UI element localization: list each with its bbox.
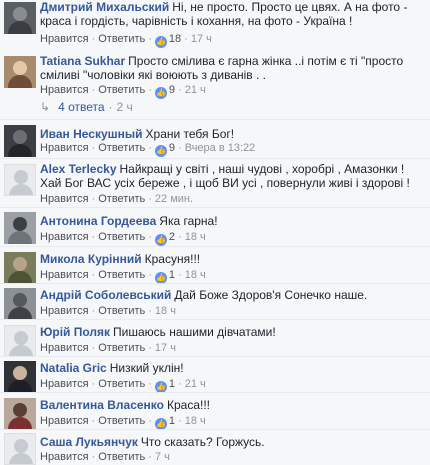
like-link[interactable]: Нравится: [40, 269, 89, 281]
divider: [0, 158, 430, 159]
thumbs-up-icon: 👍: [154, 145, 167, 157]
reply-link[interactable]: Ответить: [98, 451, 145, 463]
comment-meta: Нравится · Ответить · 👍 1 · 18 ч: [40, 269, 206, 284]
comment-author[interactable]: Андрій Соболевський: [40, 288, 171, 302]
comment-time[interactable]: 17 ч: [191, 33, 212, 45]
thumbs-up-icon: 👍: [154, 36, 167, 48]
comment-text: Красуня!!!: [144, 252, 201, 266]
comment-author[interactable]: Валентина Власенко: [40, 398, 164, 412]
comment-meta: Нравится · Ответить · 👍 18 · 17 ч: [40, 33, 212, 48]
reply-link[interactable]: Ответить: [98, 231, 145, 243]
like-link[interactable]: Нравится: [40, 84, 89, 96]
reply-link[interactable]: Ответить: [98, 33, 145, 45]
comment-meta: Нравится · Ответить · 17 ч: [40, 342, 176, 354]
comment-time[interactable]: 21 ч: [185, 84, 206, 96]
avatar[interactable]: [4, 325, 36, 357]
comment-time[interactable]: 21 ч: [185, 378, 206, 390]
comment-meta: Нравится · Ответить · 7 ч: [40, 451, 170, 463]
like-link[interactable]: Нравится: [40, 33, 89, 45]
comment-text: Храни тебя Бог!: [145, 127, 235, 141]
avatar[interactable]: [4, 252, 36, 284]
comment-text: Что сказать? Горжусь.: [140, 435, 265, 449]
reply-link[interactable]: Ответить: [98, 415, 145, 427]
like-link[interactable]: Нравится: [40, 305, 89, 317]
comment-meta: Нравится · Ответить · 👍 2 · 18 ч: [40, 231, 206, 246]
comment-time[interactable]: 18 ч: [185, 415, 206, 427]
like-count[interactable]: 1: [169, 415, 175, 427]
comment-author[interactable]: Tatiana Sukhar: [40, 54, 125, 68]
reply-link[interactable]: Ответить: [98, 378, 145, 390]
comment-meta: Нравится · Ответить · 👍 1 · 18 ч: [40, 415, 206, 430]
thumbs-up-icon: 👍: [154, 234, 167, 246]
comment-time[interactable]: 18 ч: [185, 231, 206, 243]
divider: [0, 246, 430, 247]
comment-author[interactable]: Natalia Gric: [40, 361, 107, 375]
divider: [0, 429, 430, 430]
like-count[interactable]: 2: [169, 231, 175, 243]
comment-text: Краса!!!: [166, 398, 210, 412]
comment-time[interactable]: 18 ч: [185, 269, 206, 281]
comment-text: Пишаюсь нашими дівчатами!: [113, 325, 276, 339]
like-link[interactable]: Нравится: [40, 231, 89, 243]
like-count[interactable]: 9: [169, 142, 175, 154]
like-count[interactable]: 18: [169, 33, 181, 45]
avatar[interactable]: [4, 361, 36, 393]
avatar[interactable]: [4, 56, 36, 88]
reply-link[interactable]: Ответить: [98, 305, 145, 317]
comment-text: Низкий уклін!: [109, 361, 184, 375]
comment-author[interactable]: Юрій Поляк: [40, 325, 110, 339]
avatar[interactable]: [4, 288, 36, 320]
like-count[interactable]: 1: [169, 378, 175, 390]
thumbs-up-icon: 👍: [154, 87, 167, 99]
comment-time[interactable]: Вчера в 13:22: [185, 142, 256, 154]
comment-time[interactable]: 22 мин.: [155, 193, 193, 205]
like-link[interactable]: Нравится: [40, 451, 89, 463]
divider: [0, 207, 430, 208]
like-link[interactable]: Нравится: [40, 142, 89, 154]
like-link[interactable]: Нравится: [40, 342, 89, 354]
comment-meta: Нравится · Ответить · 22 мин.: [40, 193, 194, 205]
comment-text: Яка гарна!: [159, 214, 218, 228]
like-count[interactable]: 1: [169, 269, 175, 281]
comment-meta: Нравится · Ответить · 👍 1 · 21 ч: [40, 378, 206, 393]
avatar[interactable]: [4, 433, 36, 465]
comment-author[interactable]: Иван Нескушный: [40, 127, 143, 141]
avatar[interactable]: [4, 212, 36, 244]
avatar[interactable]: [4, 164, 36, 196]
reply-link[interactable]: Ответить: [98, 142, 145, 154]
like-link[interactable]: Нравится: [40, 193, 89, 205]
divider: [0, 319, 430, 320]
divider: [0, 119, 430, 120]
comment-time[interactable]: 17 ч: [155, 342, 176, 354]
comment-author[interactable]: Микола Курінний: [40, 252, 142, 266]
reply-arrow-icon: ↳: [40, 100, 51, 114]
avatar[interactable]: [4, 2, 36, 34]
comment-text: Дай Боже Здоров'я Сонечко наше.: [174, 288, 368, 302]
comment-author[interactable]: Антонина Гордеева: [40, 214, 156, 228]
reply-link[interactable]: Ответить: [98, 342, 145, 354]
comment-meta: Нравится · Ответить · 👍 9 · Вчера в 13:22: [40, 142, 256, 157]
reply-link[interactable]: Ответить: [98, 269, 145, 281]
like-link[interactable]: Нравится: [40, 415, 89, 427]
like-count[interactable]: 9: [169, 84, 175, 96]
comment-author[interactable]: Alex Terlecky: [40, 162, 117, 176]
comment-time[interactable]: 7 ч: [155, 451, 170, 463]
comment-author[interactable]: Саша Лукьянчук: [40, 435, 138, 449]
avatar[interactable]: [4, 125, 36, 157]
view-replies-link[interactable]: ↳ 4 ответа · 2 ч: [40, 100, 133, 114]
divider: [0, 356, 430, 357]
comment-meta: Нравится · Ответить · 18 ч: [40, 305, 176, 317]
reply-link[interactable]: Ответить: [98, 193, 145, 205]
divider: [0, 283, 430, 284]
comment-meta: Нравится · Ответить · 👍 9 · 21 ч: [40, 84, 206, 99]
reply-link[interactable]: Ответить: [98, 84, 145, 96]
comment-author[interactable]: Дмитрий Михальский: [40, 0, 169, 14]
like-link[interactable]: Нравится: [40, 378, 89, 390]
avatar[interactable]: [4, 398, 36, 430]
comment-time[interactable]: 18 ч: [155, 305, 176, 317]
divider: [0, 392, 430, 393]
